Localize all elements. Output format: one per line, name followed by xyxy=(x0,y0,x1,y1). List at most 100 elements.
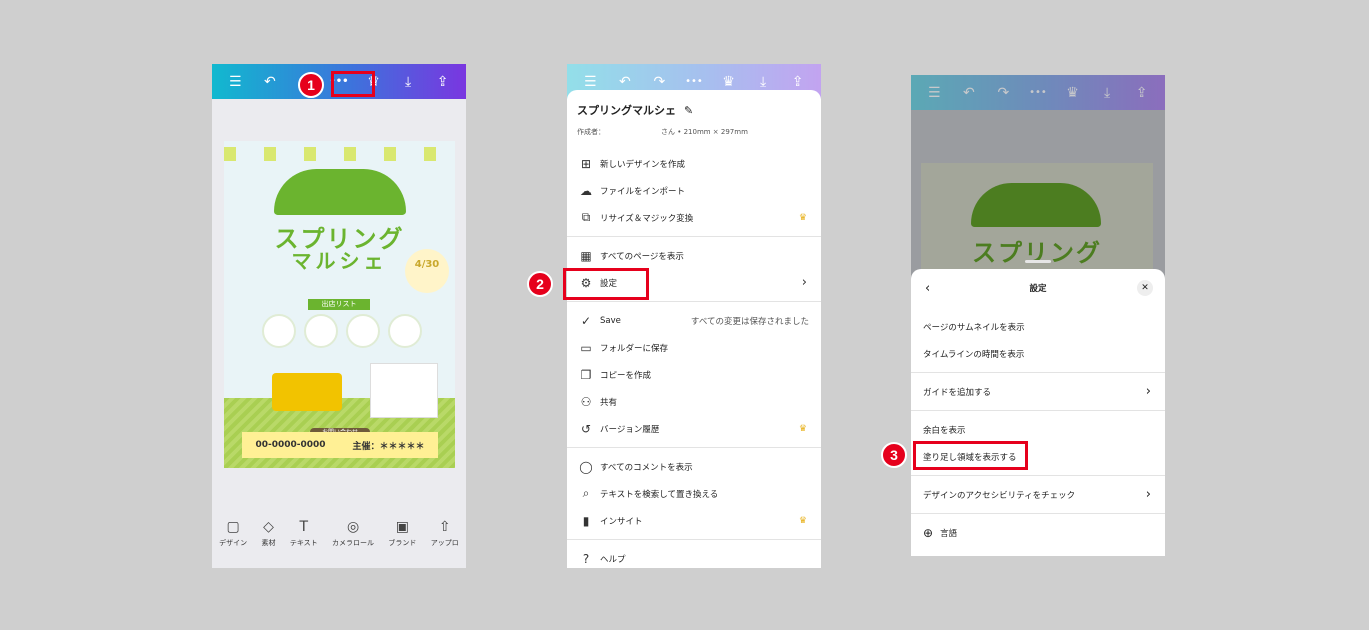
upload-icon: ⇧ xyxy=(438,519,451,535)
share-icon[interactable]: ⇪ xyxy=(432,74,454,90)
menu-item-help[interactable]: ? ヘルプ xyxy=(567,545,821,568)
undo-icon: ↶ xyxy=(962,84,975,101)
chevron-right-icon: › xyxy=(1145,384,1151,399)
divider xyxy=(911,475,1165,476)
download-icon[interactable]: ⤓ xyxy=(397,74,419,90)
shop-list-header: 出店リスト xyxy=(308,299,370,310)
resize-icon: ⧉ xyxy=(581,210,591,224)
check-cloud-icon: ✓ xyxy=(580,313,592,328)
tab-label: カメラロール xyxy=(332,539,375,547)
history-icon: ↺ xyxy=(580,421,592,436)
chevron-right-icon: › xyxy=(801,275,807,290)
menu-item-label: 共有 xyxy=(600,397,618,408)
menu-item-save[interactable]: ✓ Save すべての変更は保存されました xyxy=(567,307,821,334)
tab-label: 素材 xyxy=(261,539,276,547)
tab-text[interactable]: T テキスト xyxy=(290,519,318,548)
pencil-icon[interactable]: ✎ xyxy=(684,104,693,117)
design-size: さん • 210mm × 297mm xyxy=(661,128,748,136)
tab-brand[interactable]: ▣ ブランド xyxy=(388,519,416,548)
text-icon: T xyxy=(299,519,309,535)
tab-label: デザイン xyxy=(219,539,248,547)
tab-design[interactable]: ▢ デザイン xyxy=(219,519,247,548)
settings-title: 設定 xyxy=(1029,284,1047,294)
menu-item-label: コピーを作成 xyxy=(600,370,652,381)
setting-show-margins[interactable]: 余白を表示 xyxy=(911,416,1165,443)
shop-circle xyxy=(262,314,296,348)
cloud-upload-icon: ☁ xyxy=(580,183,592,198)
bunting-decoration xyxy=(224,147,455,161)
redo-icon: ↷ xyxy=(997,84,1010,101)
comment-icon: ◯ xyxy=(579,459,593,474)
phone-settings-screen: ☰ ↶ ↷ ••• ♛ ⤓ ⇪ スプリング ‹ 設定 ✕ ページのサムネイルを表… xyxy=(911,75,1165,556)
divider xyxy=(911,307,1165,308)
settings-sheet: ‹ 設定 ✕ ページのサムネイルを表示 タイムラインの時間を表示 ガイドを追加す… xyxy=(911,260,1165,556)
menu-item-comments[interactable]: ◯ すべてのコメントを表示 xyxy=(567,453,821,480)
editor-toolbar-dimmed: ☰ ↶ ↷ ••• ♛ ⤓ ⇪ xyxy=(911,75,1165,110)
menu-item-version-history[interactable]: ↺ バージョン履歴 ♛ xyxy=(567,415,821,442)
more-menu-sheet: スプリングマルシェ ✎ 作成者： さん • 210mm × 297mm ⊞ 新しい… xyxy=(567,90,821,568)
menu-item-copy[interactable]: ❐ コピーを作成 xyxy=(567,361,821,388)
poster-design[interactable]: スプリング マルシェ 4/30 出店リスト お問い合わせ 00-0000-000… xyxy=(224,141,455,468)
crown-icon: ♛ xyxy=(722,73,735,90)
highlight-settings-item xyxy=(563,268,649,300)
poster-date: 4/30 xyxy=(405,249,449,293)
undo-icon[interactable]: ↶ xyxy=(259,74,281,90)
folder-icon: ▭ xyxy=(580,340,592,355)
setting-language[interactable]: ⊕ 言語 xyxy=(911,519,1165,546)
author-label: 作成者： xyxy=(577,128,605,136)
menu-icon[interactable]: ☰ xyxy=(224,74,246,90)
brand-icon: ▣ xyxy=(395,519,410,535)
contact-box: 00-0000-0000 主催：＊＊＊＊＊ xyxy=(242,432,438,458)
more-options-icon: ••• xyxy=(1029,87,1047,98)
menu-item-resize[interactable]: ⧉ リサイズ＆マジック変換 ♛ xyxy=(567,204,821,231)
divider xyxy=(911,410,1165,411)
menu-list: ⊞ 新しいデザインを作成 ☁ ファイルをインポート ⧉ リサイズ＆マジック変換 ♛ ▦ す… xyxy=(567,150,821,568)
globe-icon: ⊕ xyxy=(923,525,934,540)
tab-label: アップロ xyxy=(430,539,459,547)
settings-header: ‹ 設定 ✕ xyxy=(911,269,1165,307)
share-icon: ⇪ xyxy=(1135,84,1148,101)
setting-add-guides[interactable]: ガイドを追加する › xyxy=(911,378,1165,405)
menu-item-import[interactable]: ☁ ファイルをインポート xyxy=(567,177,821,204)
crown-icon: ♛ xyxy=(1066,84,1079,101)
setting-page-thumbnails[interactable]: ページのサムネイルを表示 xyxy=(911,313,1165,340)
map-illustration xyxy=(370,363,438,418)
setting-accessibility-check[interactable]: デザインのアクセシビリティをチェック › xyxy=(911,481,1165,508)
shop-circle xyxy=(304,314,338,348)
sheet-handle[interactable] xyxy=(1025,260,1051,263)
menu-item-label: インサイト xyxy=(600,516,643,527)
back-icon[interactable]: ‹ xyxy=(925,281,930,296)
menu-item-save-folder[interactable]: ▭ フォルダーに保存 xyxy=(567,334,821,361)
shop-circle xyxy=(388,314,422,348)
download-icon: ⤓ xyxy=(759,73,767,90)
poster-organizer: 主催：＊＊＊＊＊ xyxy=(352,441,425,452)
tab-camera-roll[interactable]: ◎ カメラロール xyxy=(332,519,374,548)
setting-timeline-time[interactable]: タイムラインの時間を表示 xyxy=(911,340,1165,367)
menu-item-share[interactable]: ⚇ 共有 xyxy=(567,388,821,415)
tent-illustration xyxy=(274,169,406,215)
crown-icon: ♛ xyxy=(798,515,807,526)
menu-icon: ☰ xyxy=(928,84,941,101)
menu-item-insights[interactable]: ▮ インサイト ♛ xyxy=(567,507,821,534)
menu-item-label: ヘルプ xyxy=(600,554,626,565)
setting-label: タイムラインの時間を表示 xyxy=(923,349,1025,360)
menu-item-all-pages[interactable]: ▦ すべてのページを表示 xyxy=(567,242,821,269)
help-icon: ? xyxy=(582,551,590,566)
poster-phone: 00-0000-0000 xyxy=(255,440,326,450)
new-design-icon: ⊞ xyxy=(580,156,592,171)
setting-label: デザインのアクセシビリティをチェック xyxy=(923,490,1076,501)
undo-icon: ↶ xyxy=(618,73,631,90)
share-icon: ⇪ xyxy=(791,73,804,90)
tab-label: テキスト xyxy=(289,539,318,547)
tab-upload[interactable]: ⇧ アップロ xyxy=(431,519,459,548)
divider xyxy=(567,301,821,302)
poster-design-dimmed: スプリング xyxy=(921,163,1153,283)
design-title[interactable]: スプリングマルシェ xyxy=(577,102,676,118)
grid-icon: ▦ xyxy=(580,248,592,263)
menu-item-new-design[interactable]: ⊞ 新しいデザインを作成 xyxy=(567,150,821,177)
menu-item-label: すべてのページを表示 xyxy=(600,251,684,262)
close-icon[interactable]: ✕ xyxy=(1137,280,1153,296)
tab-elements[interactable]: ◇ 素材 xyxy=(262,519,276,548)
phone-editor-screen: ☰ ↶ ↷ ••• ♛ ⤓ ⇪ スプリング マルシェ 4/30 出店リスト お問… xyxy=(212,64,466,568)
menu-item-find-replace[interactable]: ⌕ テキストを検索して置き換える xyxy=(567,480,821,507)
